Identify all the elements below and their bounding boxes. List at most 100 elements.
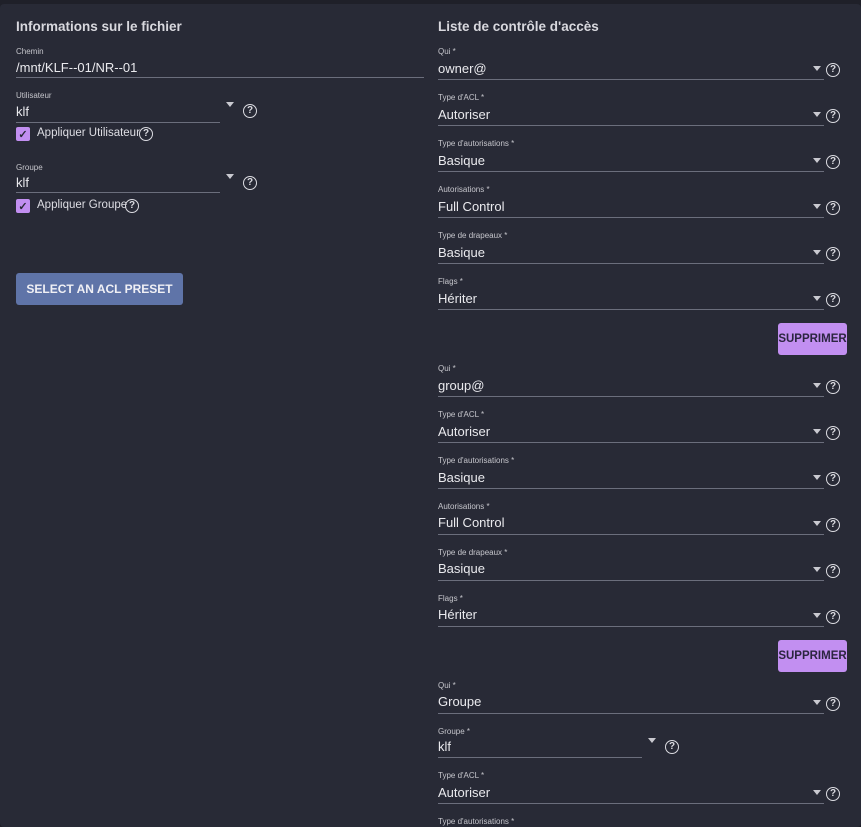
field-underline [438,171,824,172]
delete-ace-button[interactable]: SUPPRIMER [778,640,847,672]
who-label: Qui * [438,681,456,690]
who-label: Qui * [438,364,456,373]
field-underline [438,488,824,489]
perm-type-label: Type d'autorisations * [438,139,515,148]
help-circle-icon[interactable]: ? [243,176,257,190]
help-circle-icon[interactable]: ? [826,293,840,307]
help-circle-icon[interactable]: ? [826,787,840,801]
acl-type-select[interactable]: Autoriser [438,424,490,439]
chevron-down-icon[interactable] [648,738,656,743]
perm-type-label: Type d'autorisations * [438,456,515,465]
check-icon: ✓ [18,128,28,141]
chevron-down-icon[interactable] [813,250,821,255]
chevron-down-icon[interactable] [226,174,234,179]
perm-select[interactable]: Full Control [438,199,504,214]
chevron-down-icon[interactable] [813,567,821,572]
chevron-down-icon[interactable] [813,521,821,526]
flags-label: Flags * [438,277,463,286]
help-circle-icon[interactable]: ? [826,63,840,77]
help-circle-icon[interactable]: ? [826,109,840,123]
flags-type-label: Type de drapeaux * [438,231,508,240]
help-circle-icon[interactable]: ? [826,380,840,394]
field-underline [438,79,824,80]
perm-select[interactable]: Full Control [438,515,504,530]
chevron-down-icon[interactable] [813,383,821,388]
flags-select[interactable]: Hériter [438,607,477,622]
apply-group-label: Appliquer Groupe [37,199,128,211]
group-underline [16,192,220,193]
help-circle-icon[interactable]: ? [826,155,840,169]
perm-type-label: Type d'autorisations * [438,817,515,826]
apply-group-checkbox[interactable]: ✓ [16,199,30,213]
acl-title: Liste de contrôle d'accès [438,19,599,34]
help-circle-icon[interactable]: ? [826,697,840,711]
check-icon: ✓ [18,200,28,213]
who-select[interactable]: Groupe [438,694,481,709]
help-circle-icon[interactable]: ? [139,127,153,141]
field-underline [438,263,824,264]
path-label: Chemin [16,47,44,56]
user-label: Utilisateur [16,91,52,100]
who-label: Qui * [438,47,456,56]
chevron-down-icon[interactable] [813,790,821,795]
help-circle-icon[interactable]: ? [826,610,840,624]
group-select[interactable]: klf [16,175,29,190]
chevron-down-icon[interactable] [813,66,821,71]
who-select[interactable]: group@ [438,378,484,393]
apply-user-checkbox[interactable]: ✓ [16,127,30,141]
acl-type-select[interactable]: Autoriser [438,107,490,122]
path-underline [16,77,424,78]
group-label: Groupe [16,163,43,172]
chevron-down-icon[interactable] [813,700,821,705]
help-circle-icon[interactable]: ? [826,564,840,578]
chevron-down-icon[interactable] [813,158,821,163]
help-circle-icon[interactable]: ? [826,247,840,261]
path-input[interactable]: /mnt/KLF--01/NR--01 [16,60,137,75]
acl-type-label: Type d'ACL * [438,410,485,419]
chevron-down-icon[interactable] [813,204,821,209]
chevron-down-icon[interactable] [813,112,821,117]
user-select[interactable]: klf [16,104,29,119]
flags-select[interactable]: Hériter [438,291,477,306]
perm-label: Autorisations * [438,185,490,194]
field-underline [438,757,642,758]
acl-type-select[interactable]: Autoriser [438,785,490,800]
user-underline [16,122,220,123]
field-underline [438,309,824,310]
perm-type-select[interactable]: Basique [438,470,485,485]
group-select[interactable]: klf [438,739,451,754]
chevron-down-icon[interactable] [813,613,821,618]
help-circle-icon[interactable]: ? [826,426,840,440]
help-circle-icon[interactable]: ? [826,472,840,486]
field-underline [438,803,824,804]
acl-type-label: Type d'ACL * [438,771,485,780]
chevron-down-icon[interactable] [226,102,234,107]
field-underline [438,713,824,714]
flags-type-select[interactable]: Basique [438,245,485,260]
field-underline [438,626,824,627]
help-circle-icon[interactable]: ? [665,740,679,754]
chevron-down-icon[interactable] [813,429,821,434]
field-underline [438,442,824,443]
select-acl-preset-button[interactable]: SELECT AN ACL PRESET [16,273,183,305]
help-circle-icon[interactable]: ? [125,199,139,213]
perm-type-select[interactable]: Basique [438,153,485,168]
who-select[interactable]: owner@ [438,61,487,76]
acl-type-label: Type d'ACL * [438,93,485,102]
field-underline [438,580,824,581]
chevron-down-icon[interactable] [813,296,821,301]
field-underline [438,217,824,218]
chevron-down-icon[interactable] [813,475,821,480]
help-circle-icon[interactable]: ? [243,104,257,118]
field-underline [438,125,824,126]
help-circle-icon[interactable]: ? [826,518,840,532]
file-info-title: Informations sur le fichier [16,19,182,34]
delete-ace-button[interactable]: SUPPRIMER [778,323,847,355]
flags-type-select[interactable]: Basique [438,561,485,576]
flags-label: Flags * [438,594,463,603]
field-underline [438,396,824,397]
help-circle-icon[interactable]: ? [826,201,840,215]
apply-user-label: Appliquer Utilisateur [37,127,140,139]
perm-label: Autorisations * [438,502,490,511]
field-underline [438,534,824,535]
